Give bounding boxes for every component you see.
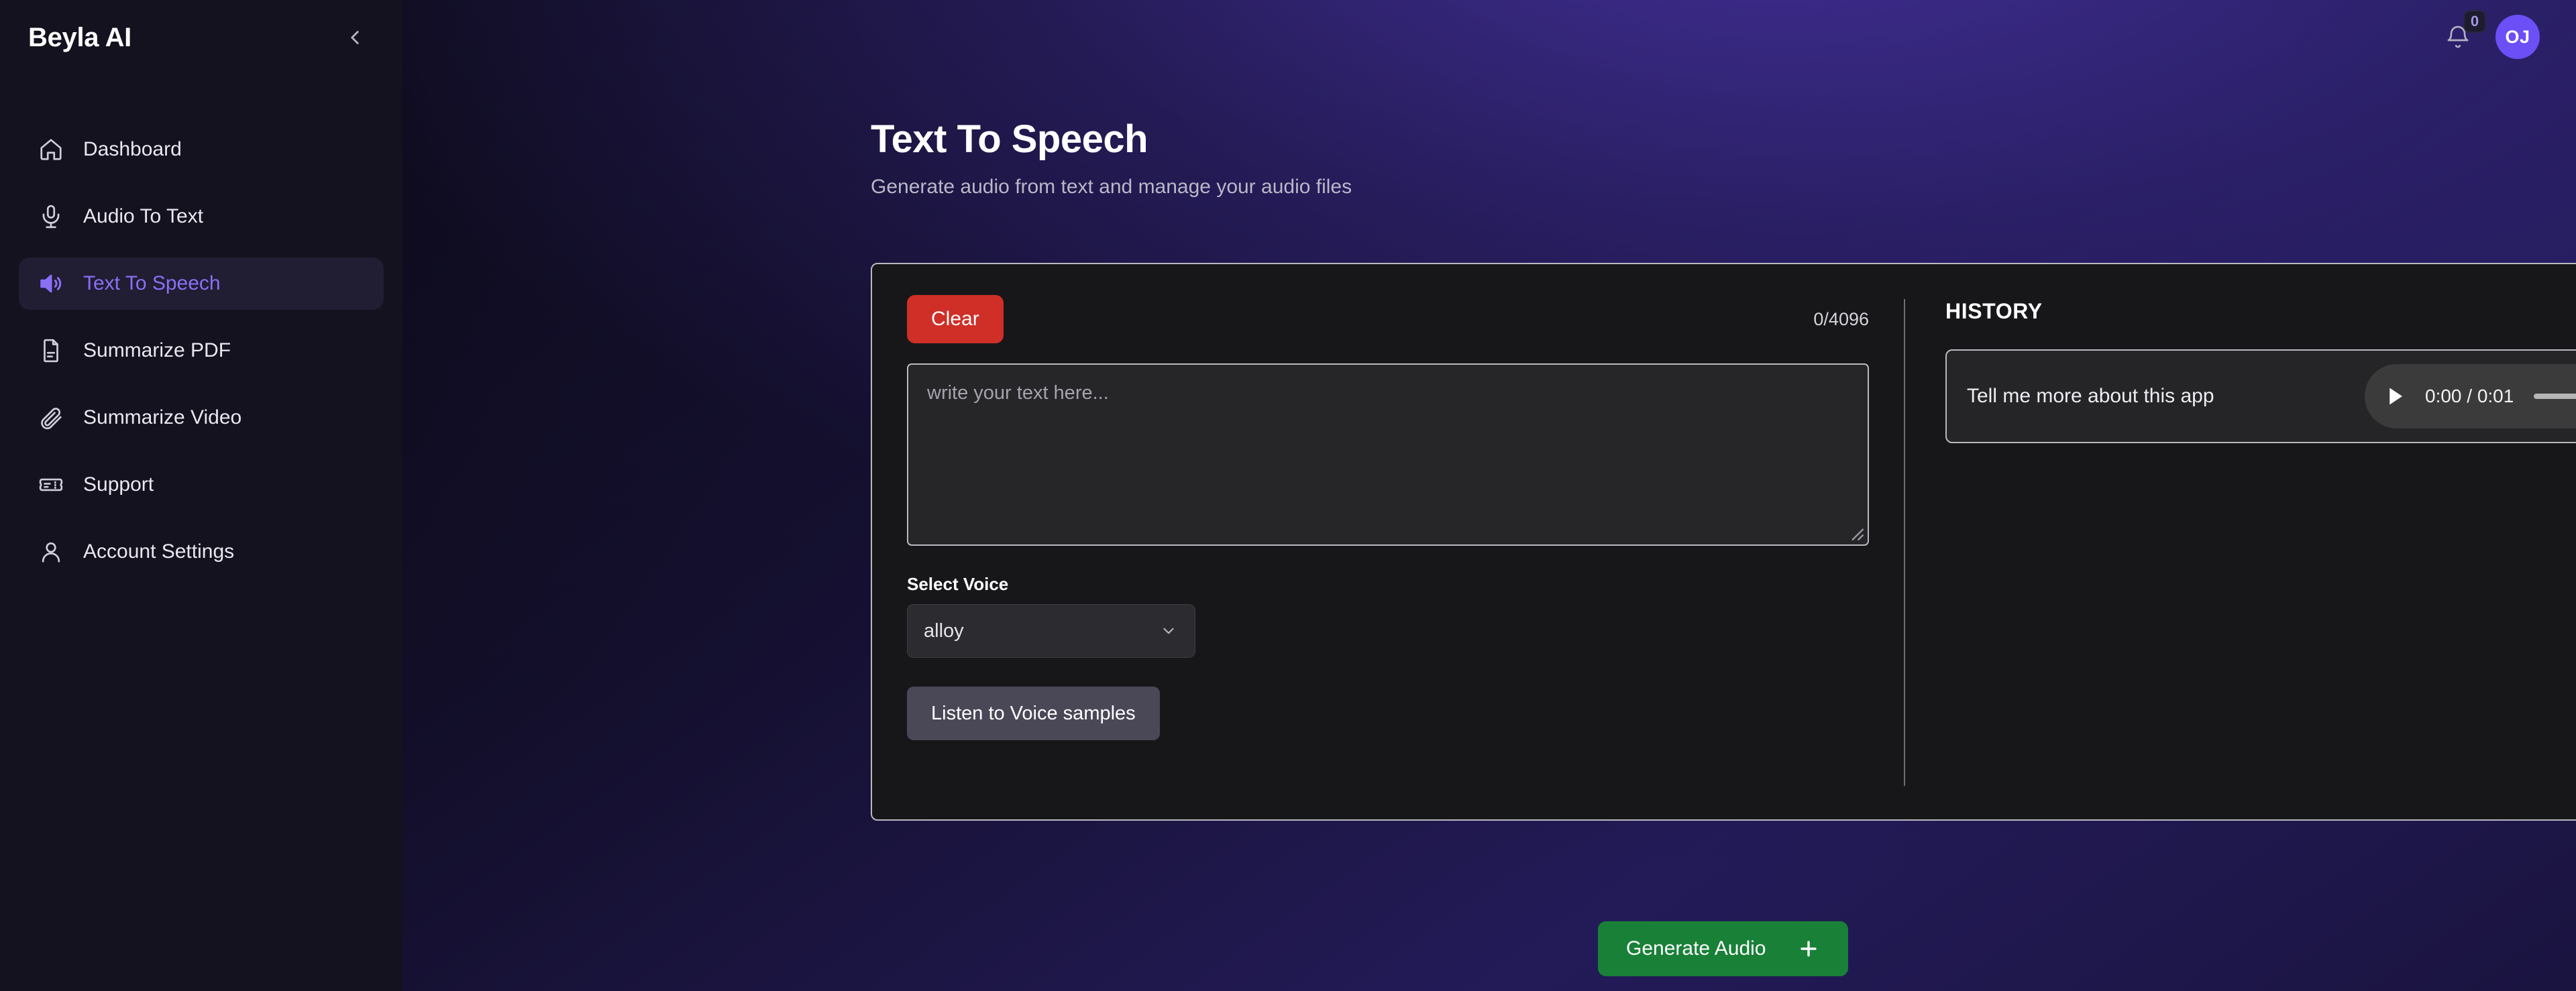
tts-card: Clear 0/4096 write your text here... Sel… bbox=[871, 263, 2576, 976]
generate-audio-label: Generate Audio bbox=[1626, 937, 1766, 959]
history-item-text: Tell me more about this app bbox=[1967, 385, 2214, 407]
history-list-item: Tell me more about this app 0:00 / 0:01 bbox=[1945, 349, 2576, 443]
plus-icon bbox=[1800, 941, 1817, 957]
chevron-down-icon bbox=[1163, 628, 1174, 634]
page-subtitle: Generate audio from text and manage your… bbox=[871, 176, 1352, 198]
sidebar-item-support[interactable]: Support bbox=[19, 459, 384, 511]
audio-time-display: 0:00 / 0:01 bbox=[2425, 386, 2514, 406]
text-input-placeholder: write your text here... bbox=[927, 382, 1109, 404]
microphone-icon bbox=[36, 202, 66, 231]
resize-handle-icon bbox=[1851, 528, 1864, 541]
editor-toolbar: Clear 0/4096 bbox=[907, 295, 1869, 343]
sidebar: Beyla AI Dashboard Audio To Text Text To… bbox=[0, 0, 402, 991]
sidebar-item-audio-to-text[interactable]: Audio To Text bbox=[19, 190, 384, 243]
notifications-button[interactable]: 0 bbox=[2439, 10, 2486, 56]
sidebar-header: Beyla AI bbox=[0, 0, 402, 75]
main-content: 0 OJ Text To Speech Generate audio from … bbox=[402, 0, 2576, 991]
file-text-icon bbox=[36, 336, 66, 365]
character-counter: 0/4096 bbox=[1813, 308, 1869, 329]
text-input[interactable]: write your text here... bbox=[907, 363, 1869, 546]
chevron-left-icon bbox=[351, 31, 359, 44]
home-icon bbox=[36, 135, 66, 164]
paperclip-icon bbox=[36, 403, 66, 432]
sidebar-item-label: Audio To Text bbox=[83, 205, 204, 227]
audio-seek-bar[interactable] bbox=[2534, 394, 2576, 399]
sidebar-item-account-settings[interactable]: Account Settings bbox=[19, 526, 384, 578]
sidebar-item-text-to-speech[interactable]: Text To Speech bbox=[19, 257, 384, 310]
voice-select-label: Select Voice bbox=[907, 574, 1009, 594]
ticket-icon bbox=[36, 470, 66, 500]
audio-player: 0:00 / 0:01 bbox=[2365, 364, 2576, 428]
sidebar-item-label: Text To Speech bbox=[83, 272, 221, 294]
sidebar-collapse-button[interactable] bbox=[337, 19, 373, 56]
sidebar-item-summarize-pdf[interactable]: Summarize PDF bbox=[19, 325, 384, 377]
play-icon[interactable] bbox=[2383, 384, 2408, 408]
avatar[interactable]: OJ bbox=[2496, 15, 2540, 59]
sidebar-item-label: Summarize Video bbox=[83, 406, 242, 428]
page-title: Text To Speech bbox=[871, 117, 1148, 161]
page-header: Text To Speech Generate audio from text … bbox=[871, 117, 1352, 198]
sidebar-item-summarize-video[interactable]: Summarize Video bbox=[19, 392, 384, 444]
volume-up-icon bbox=[36, 269, 66, 298]
clear-button[interactable]: Clear bbox=[907, 295, 1004, 343]
generate-audio-button[interactable]: Generate Audio bbox=[1598, 921, 1848, 976]
sidebar-nav: Dashboard Audio To Text Text To Speech S… bbox=[0, 123, 402, 578]
sidebar-item-label: Summarize PDF bbox=[83, 339, 231, 361]
history-title: HISTORY bbox=[1945, 299, 2043, 323]
app-root: Beyla AI Dashboard Audio To Text Text To… bbox=[0, 0, 2576, 991]
sidebar-item-label: Account Settings bbox=[83, 540, 235, 563]
sidebar-item-label: Dashboard bbox=[83, 138, 182, 160]
sidebar-item-label: Support bbox=[83, 473, 154, 496]
topbar: 0 OJ bbox=[402, 0, 2576, 74]
voice-select-value: alloy bbox=[924, 620, 964, 642]
history-panel: HISTORY Tell me more about this app 0:00… bbox=[1905, 264, 2576, 819]
listen-voice-samples-button[interactable]: Listen to Voice samples bbox=[907, 687, 1160, 740]
sidebar-item-dashboard[interactable]: Dashboard bbox=[19, 123, 384, 176]
user-icon bbox=[36, 537, 66, 567]
notifications-badge: 0 bbox=[2463, 10, 2486, 33]
voice-select[interactable]: alloy bbox=[907, 604, 1195, 658]
app-brand: Beyla AI bbox=[28, 22, 131, 52]
tts-editor-panel: Clear 0/4096 write your text here... Sel… bbox=[872, 264, 1904, 819]
